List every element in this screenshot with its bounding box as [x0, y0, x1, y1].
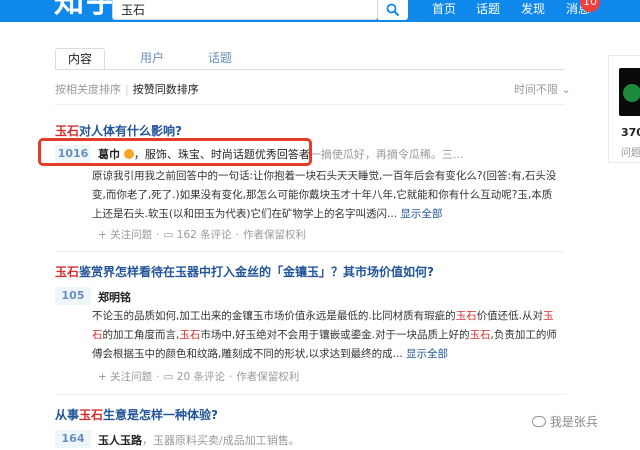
search-input[interactable]	[121, 0, 351, 18]
sidebar-card[interactable]: 370 问题	[608, 55, 640, 163]
plus-icon: +	[98, 229, 107, 241]
author-name[interactable]: 玉人玉路	[98, 434, 142, 447]
highlight-box	[38, 138, 312, 166]
search-button[interactable]	[378, 0, 408, 20]
divider	[55, 104, 565, 105]
watermark: 我是张兵	[532, 413, 598, 430]
comment-icon: ▭	[163, 229, 174, 241]
question-title[interactable]: 从事玉石生意是怎样一种体验?	[55, 406, 218, 423]
follow-question-link[interactable]: 关注问题	[110, 371, 152, 383]
rights-text: 作者保留权利	[243, 229, 306, 241]
plus-icon: +	[98, 371, 107, 383]
zhihu-logo[interactable]: 知乎	[54, 0, 118, 20]
sort-by-relevance[interactable]: 按相关度排序	[55, 83, 121, 96]
rights-text: 作者保留权利	[236, 371, 300, 383]
vote-count[interactable]: 164	[55, 430, 91, 448]
follow-question-link[interactable]: 关注问题	[110, 229, 152, 241]
show-all-link[interactable]: 显示全部	[406, 348, 448, 360]
sidebar-image	[619, 68, 640, 116]
sort-by-votes[interactable]: 按赞同数排序	[133, 83, 199, 96]
question-title[interactable]: 玉石对人体有什么影响?	[55, 122, 182, 139]
answer-actions: + 关注问题 · ▭ 20 条评论 · 作者保留权利	[98, 371, 300, 383]
answer-excerpt[interactable]: 不论玉的品质如何,加工出来的金镶玉市场价值永远是最低的.比同材质有瑕疵的玉石价值…	[92, 307, 562, 364]
nav-explore[interactable]: 发现	[521, 0, 545, 17]
search-icon	[386, 3, 400, 17]
sidebar-label: 问题	[621, 148, 640, 159]
tab-content[interactable]: 内容	[55, 48, 105, 70]
tab-users[interactable]: 用户	[127, 48, 177, 70]
answer-actions: + 关注问题 · ▭ 162 条评论 · 作者保留权利	[98, 229, 306, 241]
nav-home[interactable]: 首页	[432, 0, 456, 17]
time-filter[interactable]: 时间不限 ⌄	[514, 81, 571, 97]
search-box[interactable]	[112, 0, 378, 20]
question-title[interactable]: 玉石鉴赏界怎样看待在玉器中打入金丝的「金镶玉」？其市场价值如何?	[55, 263, 434, 280]
author-bio: ，玉器原料买卖/成品加工销售。	[142, 434, 300, 447]
show-all-link[interactable]: 显示全部	[400, 208, 442, 220]
answer-excerpt[interactable]: 原谅我引用我之前回答中的一句话:让你抱着一块石头天天睡觉,一百年后会有变化么?(…	[92, 167, 562, 224]
comments-link[interactable]: 20 条评论	[177, 371, 225, 383]
author-more: 一摘使瓜好，再摘令瓜稀。三...	[309, 148, 464, 161]
vote-count[interactable]: 105	[55, 287, 91, 305]
sidebar-count: 370	[621, 126, 640, 139]
top-bar: 知乎 首页 话题 发现 消息 10	[0, 0, 640, 22]
divider	[55, 394, 565, 395]
answer-author: 郑明铭	[98, 289, 131, 305]
chevron-down-icon: ⌄	[561, 83, 571, 96]
nav-topics[interactable]: 话题	[476, 0, 500, 17]
comments-link[interactable]: 162 条评论	[177, 229, 232, 241]
author-name[interactable]: 郑明铭	[98, 291, 131, 304]
tab-topics[interactable]: 话题	[195, 48, 245, 70]
comment-icon: ▭	[163, 371, 174, 383]
sort-bar: 按相关度排序 | 按赞同数排序	[55, 83, 199, 96]
divider	[55, 251, 565, 252]
answer-author: 玉人玉路，玉器原料买卖/成品加工销售。	[98, 432, 300, 448]
wechat-icon	[532, 416, 546, 427]
tab-divider	[55, 69, 565, 70]
